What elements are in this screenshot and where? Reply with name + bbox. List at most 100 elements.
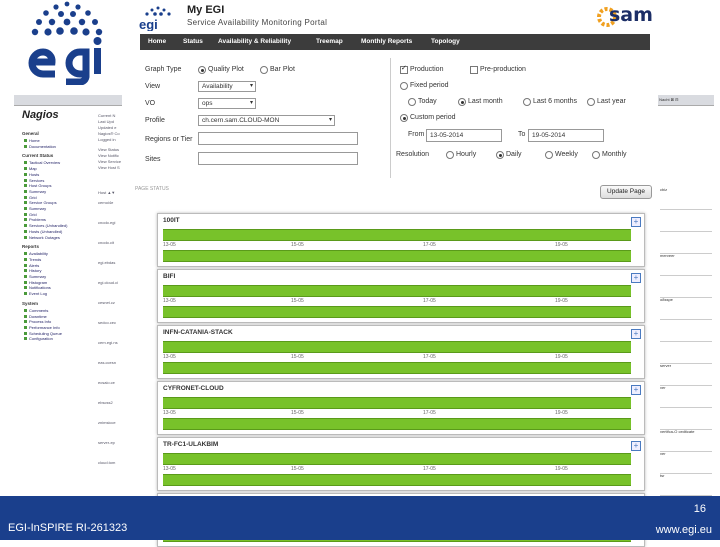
weekly-radio[interactable] [545,151,553,159]
daily-radio[interactable] [496,151,504,159]
nagios-menu-item[interactable]: Tactical Overview [24,160,60,165]
expand-plus-icon[interactable]: + [631,385,641,395]
nagios-menu-item[interactable]: Trends [24,257,41,262]
nagios-menu-item[interactable]: Process Info [24,319,51,324]
site-availability-panel: TR-FC1-ULAKBIM +13-05 15-05 17-05 19-05 [157,437,645,491]
view-label: View [145,83,161,90]
reliability-bar [163,362,631,374]
nagios-logo: Nagios [22,109,59,121]
to-date-input[interactable]: 19-05-2014 [528,129,604,142]
view-select[interactable]: Availability ▾ [198,81,256,92]
nagios-menu-item[interactable]: Services (Unhandled) [24,223,67,228]
myegi-title: My EGI [187,4,225,16]
last-year-radio[interactable] [587,98,595,106]
quality-plot-radio[interactable] [198,66,206,74]
availability-bar [163,285,631,297]
custom-period-radio[interactable] [400,114,408,122]
nagios-menu-item[interactable]: Hosts (Unhandled) [24,229,62,234]
date-tick: 17-05 [423,298,436,304]
production-checkbox[interactable] [400,64,408,74]
nagios-menu-item[interactable]: Alerts [24,263,39,268]
profile-select[interactable]: ch.cern.sam.CLOUD-MON ▾ [198,115,335,126]
regions-input[interactable] [198,132,358,145]
egi-logo [28,1,103,85]
nagios-menu-item[interactable]: Services [24,178,44,183]
expand-plus-icon[interactable]: + [631,217,641,227]
to-label: To [518,131,526,138]
hourly-radio[interactable] [446,151,454,159]
footer-url[interactable]: www.egi.eu [656,524,712,536]
nagios-menu-item[interactable]: Documentation [24,144,56,149]
graph-type-label: Graph Type [145,66,182,73]
chevron-down-icon: ▾ [249,100,253,106]
date-tick: 13-05 [163,466,176,472]
vo-select[interactable]: ops ▾ [198,98,256,109]
site-availability-panel: 100IT +13-05 15-05 17-05 19-05 [157,213,645,267]
nagios-menu-item[interactable]: Service Groups [24,200,57,205]
custom-period-label: Custom period [410,114,456,121]
myegi-header: egi My EGI Service Availability Monitori… [125,0,658,34]
nagios-section-title: Current Status [22,153,54,159]
nagios-menu-item[interactable]: Histogram [24,280,47,285]
nagios-menu-item[interactable]: History [24,268,41,273]
fixed-period-label: Fixed period [410,82,449,89]
production-label: Production [410,66,444,73]
expand-plus-icon[interactable]: + [631,329,641,339]
nagios-menu-item[interactable]: Notifications [24,285,51,290]
background-column-right: Nacht ⊠ ⊟ cbiz merveer o8sspe server ver… [658,95,714,496]
nagios-menu-item[interactable]: Scheduling Queue [24,331,62,336]
nagios-menu-item[interactable]: Summary [24,189,46,194]
date-tick: 15-05 [291,410,304,416]
nagios-menu-item[interactable]: Grid [24,212,37,217]
availability-bar [163,453,631,465]
nav-treemap[interactable]: Treemap [316,38,343,45]
resolution-label: Resolution [396,151,430,158]
nav-topology[interactable]: Topology [431,38,460,45]
today-radio[interactable] [408,98,416,106]
view-select-value: Availability [202,83,233,90]
nav-home[interactable]: Home [148,38,166,45]
vo-select-value: ops [202,100,213,107]
last-6-months-radio[interactable] [523,98,531,106]
nagios-menu-item[interactable]: Summary [24,274,46,279]
site-name: INFN-CATANIA-STACK [163,329,233,336]
nagios-menu-item[interactable]: Map [24,166,37,171]
monthly-label: Monthly [602,151,627,158]
nav-availability-reliability[interactable]: Availability & Reliability [218,38,291,45]
nagios-menu-item[interactable]: Problems [24,217,46,222]
nagios-menu-item[interactable]: Downtime [24,314,47,319]
update-page-button[interactable]: Update Page [600,185,652,199]
reliability-bar [163,250,631,262]
nagios-menu-item[interactable]: Grid [24,195,37,200]
nagios-menu-item[interactable]: Comments [24,308,48,313]
profile-select-value: ch.cern.sam.CLOUD-MON [202,117,280,124]
expand-plus-icon[interactable]: + [631,273,641,283]
nagios-menu-item[interactable]: Availability [24,251,48,256]
nagios-menu-item[interactable]: Configuration [24,336,53,341]
sites-input[interactable] [198,152,358,165]
last-month-radio[interactable] [458,98,466,106]
preproduction-checkbox[interactable] [470,66,478,74]
site-name: BIFI [163,273,176,280]
nagios-menu-item[interactable]: Network Outages [24,235,60,240]
nagios-menu-item[interactable]: Event Log [24,291,47,296]
chevron-down-icon: ▾ [249,83,253,89]
from-label: From [408,131,425,138]
quality-plot-label: Quality Plot [208,66,244,73]
nagios-menu-item[interactable]: Hosts [24,172,39,177]
nagios-menu-item[interactable]: Summary [24,206,46,211]
nagios-menu-item[interactable]: Performance Info [24,325,60,330]
nav-status[interactable]: Status [183,38,203,45]
fixed-period-radio[interactable] [400,82,408,90]
bar-plot-label: Bar Plot [270,66,295,73]
nagios-menu-item[interactable]: Host Groups [24,183,51,188]
nav-monthly-reports[interactable]: Monthly Reports [361,38,412,45]
weekly-label: Weekly [555,151,578,158]
from-date-input[interactable]: 13-05-2014 [426,129,502,142]
date-tick: 19-05 [555,410,568,416]
expand-plus-icon[interactable]: + [631,441,641,451]
bar-plot-radio[interactable] [260,66,268,74]
nagios-menu-item[interactable]: Home [24,138,40,143]
monthly-radio[interactable] [592,151,600,159]
page-status: PAGE STATUS [135,186,169,192]
